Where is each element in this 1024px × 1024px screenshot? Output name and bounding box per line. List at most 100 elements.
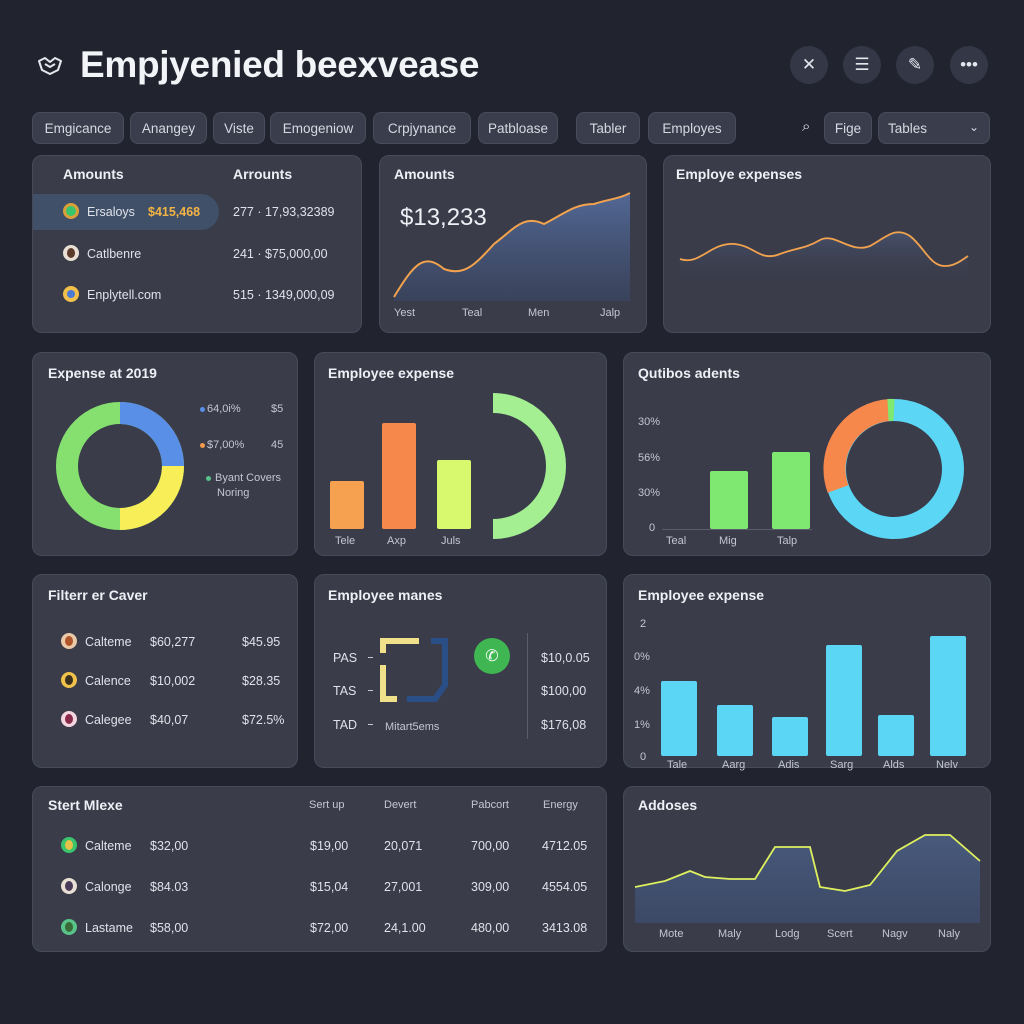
- row-label: PAS: [333, 651, 358, 665]
- row-name: Calonge: [85, 880, 132, 894]
- x-tick-label: Tale: [667, 759, 688, 771]
- logo-icon: [38, 57, 62, 75]
- card-title: Employee expense: [328, 365, 455, 381]
- x-tick-label: Aarg: [722, 759, 746, 771]
- tab-employes[interactable]: Employes: [648, 112, 736, 144]
- row-cell: $19,00: [310, 839, 349, 853]
- row-cell: $72,00: [310, 921, 349, 935]
- legend-label: 64,0i%: [207, 403, 241, 415]
- x-tick-label: Maly: [718, 928, 742, 940]
- row-cell: 24,1.00: [384, 921, 426, 935]
- x-tick-label: Men: [528, 307, 550, 319]
- card-title: Stert Mlexe: [48, 797, 123, 813]
- x-tick-label: Mote: [659, 928, 684, 940]
- x-tick-label: Juls: [441, 535, 461, 547]
- row-value: $28.35: [242, 674, 281, 688]
- x-tick-label: Lodg: [775, 928, 800, 940]
- row-label: TAD: [333, 718, 358, 732]
- more-button[interactable]: •••: [950, 46, 988, 84]
- row-name: Lastame: [85, 921, 133, 935]
- row-cell: 480,00: [471, 921, 510, 935]
- amounts-col1-header: Amounts: [63, 166, 124, 182]
- row-name: Calteme: [85, 839, 132, 853]
- expenses-line-chart: [679, 231, 969, 284]
- legend-label: $7,00%: [207, 439, 245, 451]
- close-button[interactable]: ✕: [790, 46, 828, 84]
- row-value: $100,00: [541, 684, 587, 698]
- y-tick-label: 0: [649, 522, 656, 534]
- caption: Mitart5ems: [385, 721, 440, 733]
- row-amount: $58,00: [150, 921, 189, 935]
- row-cell: 4712.05: [542, 839, 588, 853]
- legend-label: Byant Covers: [215, 472, 282, 484]
- x-tick-label: Mig: [719, 535, 737, 547]
- employe-expenses-card: Employe expenses: [663, 155, 991, 333]
- x-tick-label: Tele: [335, 535, 356, 547]
- x-tick-label: Adis: [778, 759, 800, 771]
- expense-2019-card: Expense at 2019 64,0i% $5 $7,00% 45 Byan…: [32, 352, 298, 556]
- tab-patbloase[interactable]: Patbloase: [478, 112, 558, 144]
- search-icon[interactable]: ⌕: [802, 118, 810, 135]
- row-value: $10,0.05: [541, 651, 590, 665]
- list-icon: ☰: [854, 55, 870, 74]
- bar: [717, 705, 753, 756]
- tab-fige[interactable]: Fige: [824, 112, 872, 144]
- row-cell: 700,00: [471, 839, 510, 853]
- x-tick-label: Yest: [394, 307, 416, 319]
- row-value: $10,002: [150, 674, 196, 688]
- call-button[interactable]: ✆: [474, 638, 510, 674]
- tab-viste[interactable]: Viste: [213, 112, 265, 144]
- row-code: 515 · 1349,000,09: [233, 288, 335, 302]
- y-tick-label: 2: [640, 618, 647, 630]
- employee-manes-card: Employee manes PAS TAS TAD ✆ Mitart5ems …: [314, 574, 607, 768]
- avatar: [63, 245, 79, 261]
- row-cell: 27,001: [384, 880, 423, 894]
- tab-anangey[interactable]: Anangey: [130, 112, 207, 144]
- y-tick-label: 4%: [634, 685, 650, 697]
- dash: [368, 690, 373, 691]
- x-tick-label: Teal: [666, 535, 687, 547]
- bar: [826, 645, 862, 756]
- edit-button[interactable]: ✎: [896, 46, 934, 84]
- avatar: [61, 633, 77, 649]
- row-value: $60,277: [150, 635, 196, 649]
- employee-expense-cyan-card: Employee expense 2 0% 4% 1% 0 Tale Aarg …: [623, 574, 991, 771]
- page-title: Empjyenied beexvease: [80, 44, 480, 85]
- dash: [368, 724, 373, 725]
- row-value: $72.5%: [242, 713, 285, 727]
- y-tick-label: 30%: [638, 487, 661, 499]
- tab-emogeniow[interactable]: Emogeniow: [270, 112, 366, 144]
- more-icon: •••: [960, 55, 978, 74]
- tab-tabler[interactable]: Tabler: [576, 112, 640, 144]
- tables-select[interactable]: Tables ⌄: [878, 112, 990, 144]
- row-cell: 4554.05: [542, 880, 588, 894]
- row-value: $45.95: [242, 635, 281, 649]
- x-tick-label: Naly: [938, 928, 961, 940]
- amounts-area-chart: [393, 192, 631, 301]
- header: Empjyenied beexvease ✕ ☰ ✎ •••: [32, 40, 992, 96]
- legend-dot: [200, 443, 205, 448]
- card-title: Employee manes: [328, 587, 443, 603]
- x-tick-label: Nagv: [882, 928, 908, 940]
- quarter-agents-card: Qutibos adents 30% 56% 30% 0 Teal Mig Ta…: [623, 352, 991, 556]
- y-tick-label: 30%: [638, 416, 661, 428]
- column-header: Pabcort: [471, 799, 509, 811]
- row-amount: $32,00: [150, 839, 189, 853]
- card-title: Expense at 2019: [48, 365, 157, 381]
- legend-dot: [206, 476, 211, 481]
- row-name: Calegee: [85, 713, 132, 727]
- card-title: Filterr er Caver: [48, 587, 148, 603]
- row-code: 277 · 17,93,32389: [233, 205, 335, 219]
- avatar: [61, 919, 77, 935]
- list-button[interactable]: ☰: [843, 46, 881, 84]
- tab-crpjynance[interactable]: Crpjynance: [373, 112, 471, 144]
- row-name: Ersaloys: [87, 205, 135, 219]
- y-tick-label: 0: [640, 751, 647, 763]
- row-value: $40,07: [150, 713, 189, 727]
- row-label: TAS: [333, 684, 357, 698]
- divider: [527, 633, 528, 739]
- card-title: Employe expenses: [676, 166, 803, 182]
- tab-emgicance[interactable]: Emgicance: [32, 112, 124, 144]
- column-header: Sert up: [309, 799, 345, 811]
- column-header: Energy: [543, 799, 578, 811]
